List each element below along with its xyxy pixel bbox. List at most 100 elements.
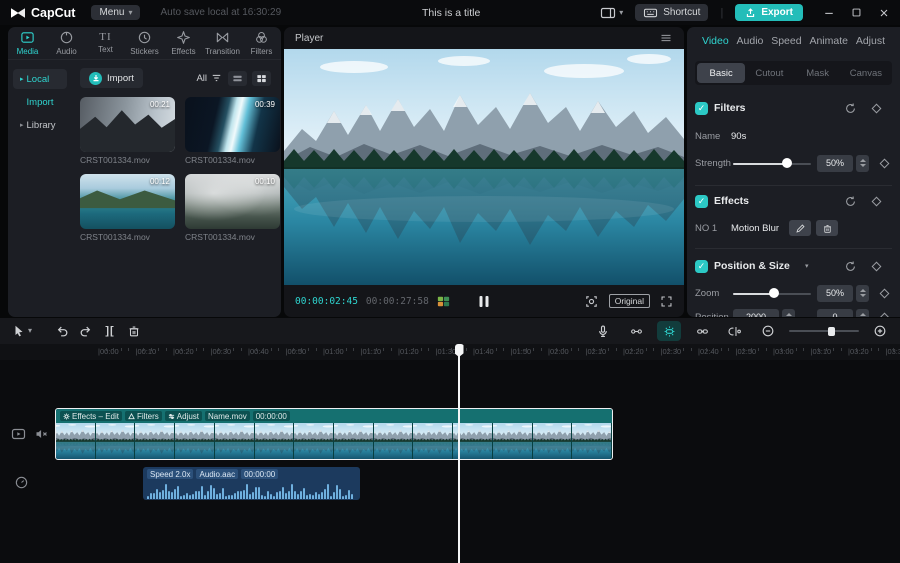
audio-clip[interactable]: Speed 2.0x Audio.aac 00:00:00 xyxy=(143,467,360,500)
strength-stepper[interactable] xyxy=(856,155,869,172)
media-item[interactable]: 00:12 CRST001334.mov xyxy=(80,174,175,242)
list-view-button[interactable] xyxy=(228,71,247,86)
waveform-bar xyxy=(249,494,251,500)
media-item[interactable]: 00:39 CRST001334.mov xyxy=(185,97,280,165)
reset-icon[interactable] xyxy=(844,260,857,273)
record-voiceover-button[interactable] xyxy=(591,321,615,341)
sidebar-item-import[interactable]: Import xyxy=(13,92,67,112)
subtab-canvas[interactable]: Canvas xyxy=(842,63,890,83)
tab-speed[interactable]: Speed xyxy=(771,35,801,47)
tab-filters[interactable]: Filters xyxy=(242,27,281,59)
tab-audio-inspector[interactable]: Audio xyxy=(737,35,764,47)
edit-effect-button[interactable] xyxy=(789,220,811,236)
strength-slider[interactable] xyxy=(733,156,811,170)
menu-button[interactable]: Menu ▾ xyxy=(91,5,140,20)
keyframe-icon[interactable] xyxy=(872,196,882,206)
timeline-zoom-slider[interactable] xyxy=(789,324,859,338)
collapse-icon[interactable]: ▾ xyxy=(805,262,809,270)
zoom-slider[interactable] xyxy=(733,286,811,300)
strength-value[interactable]: 50% xyxy=(817,155,853,172)
snapshot-focus-icon[interactable] xyxy=(584,294,599,309)
tab-text[interactable]: TI Text xyxy=(86,27,125,59)
keyframe-icon[interactable] xyxy=(880,158,890,168)
fullscreen-icon[interactable] xyxy=(660,295,673,308)
tab-animate[interactable]: Animate xyxy=(809,35,848,47)
zoom-stepper[interactable] xyxy=(856,285,869,302)
position-y-stepper[interactable] xyxy=(856,309,869,318)
ruler-tick: |00:30 xyxy=(211,347,232,356)
zoom-value[interactable]: 50% xyxy=(817,285,853,302)
filters-checkbox[interactable]: ✓ xyxy=(695,102,708,115)
maximize-button[interactable] xyxy=(851,7,862,18)
subtab-mask[interactable]: Mask xyxy=(794,63,842,83)
keyframe-icon[interactable] xyxy=(880,288,890,298)
subtab-basic[interactable]: Basic xyxy=(697,63,745,83)
tab-adjust[interactable]: Adjust xyxy=(856,35,885,47)
undo-button[interactable] xyxy=(50,321,74,341)
timeline-ruler[interactable]: |00:00|00:10|00:20|00:30|00:40|00:50|01:… xyxy=(0,344,900,360)
delete-button[interactable] xyxy=(122,321,146,341)
timeline-zoom-out-button[interactable] xyxy=(756,321,780,341)
ruler-minor-tick xyxy=(496,348,497,351)
media-item[interactable]: 00:21 CRST001334.mov xyxy=(80,97,175,165)
reset-icon[interactable] xyxy=(844,195,857,208)
waveform-bar xyxy=(273,496,275,500)
tab-video[interactable]: Video xyxy=(702,35,729,47)
filter-dropdown[interactable]: All xyxy=(196,72,223,84)
preview-viewport[interactable] xyxy=(284,49,684,285)
subtab-cutout[interactable]: Cutout xyxy=(745,63,793,83)
link-clips-button[interactable] xyxy=(690,321,714,341)
keyframe-icon[interactable] xyxy=(872,103,882,113)
layout-switch-button[interactable]: ▾ xyxy=(600,6,623,20)
video-track-icon[interactable] xyxy=(10,426,27,442)
export-button[interactable]: Export xyxy=(735,4,803,21)
waveform-bar xyxy=(177,486,179,499)
pause-button[interactable] xyxy=(480,296,489,307)
timeline-zoom-in-button[interactable] xyxy=(868,321,892,341)
ruler-minor-tick xyxy=(796,348,797,351)
reset-icon[interactable] xyxy=(844,102,857,115)
preview-axis-button[interactable] xyxy=(723,321,747,341)
minimize-button[interactable] xyxy=(823,7,835,19)
position-y-value[interactable]: 0 xyxy=(817,309,853,318)
media-item[interactable]: 00:10 CRST001334.mov xyxy=(185,174,280,242)
position-size-checkbox[interactable]: ✓ xyxy=(695,260,708,273)
stickers-icon xyxy=(137,30,152,45)
keyframe-icon[interactable] xyxy=(872,261,882,271)
filter-name-value[interactable]: 90s xyxy=(731,131,746,142)
clip-badge-filters[interactable]: Filters xyxy=(125,411,162,421)
shortcut-button[interactable]: Shortcut xyxy=(635,4,708,21)
tab-audio[interactable]: Audio xyxy=(47,27,86,59)
magnet-snap-button[interactable] xyxy=(624,321,648,341)
delete-effect-button[interactable] xyxy=(816,220,838,236)
mute-track-icon[interactable] xyxy=(33,426,50,442)
auto-snap-button[interactable] xyxy=(657,321,681,341)
import-button[interactable]: Import xyxy=(80,68,143,88)
sidebar-item-local[interactable]: ▸ Local xyxy=(13,69,67,89)
effects-checkbox[interactable]: ✓ xyxy=(695,195,708,208)
tab-media[interactable]: Media xyxy=(8,27,47,59)
position-x-value[interactable]: 2000 xyxy=(733,309,779,318)
close-button[interactable] xyxy=(878,7,890,19)
position-x-stepper[interactable] xyxy=(782,309,795,318)
clip-badge-adjust[interactable]: Adjust xyxy=(165,411,202,421)
redo-button[interactable] xyxy=(74,321,98,341)
sidebar-item-library[interactable]: ▸ Library xyxy=(13,115,67,135)
grid-view-icon xyxy=(255,73,268,84)
waveform-bar xyxy=(225,496,227,499)
keyframe-icon[interactable] xyxy=(880,312,890,317)
tab-stickers[interactable]: Stickers xyxy=(125,27,164,59)
video-clip[interactable]: Effects – Edit Filters Adjust Name.mov 0… xyxy=(55,408,613,460)
clip-badge-effects[interactable]: Effects – Edit xyxy=(60,411,122,421)
split-button[interactable]: ][ xyxy=(98,321,122,341)
original-ratio-button[interactable]: Original xyxy=(609,294,650,308)
audio-track-icon[interactable] xyxy=(14,475,29,490)
select-tool-button[interactable]: ▾ xyxy=(6,321,38,341)
grid-view-button[interactable] xyxy=(252,71,271,86)
frame-preview-icon[interactable] xyxy=(437,295,450,308)
waveform-bar xyxy=(282,487,284,499)
ruler-minor-tick xyxy=(271,348,272,351)
player-menu-icon[interactable] xyxy=(659,32,673,44)
tab-transition[interactable]: Transition xyxy=(203,27,242,59)
tab-effects[interactable]: Effects xyxy=(164,27,203,59)
